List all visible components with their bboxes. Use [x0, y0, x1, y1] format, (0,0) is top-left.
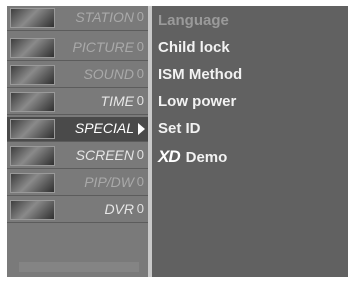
menu-item-label: SOUND	[83, 66, 134, 82]
submenu-item-child-lock[interactable]: Child lock	[158, 39, 230, 56]
menu-item-label: TIME	[100, 93, 134, 109]
menu-item-station[interactable]: STATION 0	[7, 6, 148, 31]
screen-thumbnail-icon	[10, 146, 55, 166]
submenu-item-set-id[interactable]: Set ID	[158, 120, 201, 137]
station-thumbnail-icon	[10, 8, 55, 28]
menu-item-dvr[interactable]: DVR 0	[7, 198, 148, 223]
menu-item-marker: 0	[136, 201, 144, 216]
menu-item-screen[interactable]: SCREEN 0	[7, 144, 148, 169]
menu-item-special[interactable]: SPECIAL	[7, 117, 148, 142]
submenu-item-language[interactable]: Language	[158, 12, 229, 29]
sound-thumbnail-icon	[10, 65, 55, 85]
dvr-thumbnail-icon	[10, 200, 55, 220]
main-menu: STATION 0 PICTURE 0 SOUND 0 TIME 0 SPECI…	[7, 6, 148, 277]
menu-item-marker: 0	[136, 39, 144, 54]
menu-item-label: PICTURE	[72, 39, 134, 55]
menu-item-sound[interactable]: SOUND 0	[7, 63, 148, 88]
menu-item-picture[interactable]: PICTURE 0	[7, 36, 148, 61]
picture-thumbnail-icon	[10, 38, 55, 58]
submenu-item-ism-method[interactable]: ISM Method	[158, 66, 242, 83]
submenu-item-xd-demo[interactable]: XD Demo	[158, 147, 227, 167]
pip-thumbnail-icon	[10, 173, 55, 193]
time-thumbnail-icon	[10, 92, 55, 112]
navigation-hint-bar	[19, 262, 139, 272]
menu-item-marker: 0	[136, 147, 144, 162]
menu-item-marker: 0	[136, 174, 144, 189]
menu-item-marker: 0	[136, 93, 144, 108]
menu-item-marker: 0	[136, 9, 144, 24]
menu-item-pip-dw[interactable]: PIP/DW 0	[7, 171, 148, 196]
menu-item-label: SCREEN	[75, 147, 134, 163]
submenu-item-low-power[interactable]: Low power	[158, 93, 236, 110]
menu-item-label: PIP/DW	[84, 174, 134, 190]
submenu-item-label: Demo	[185, 149, 228, 166]
menu-item-marker: 0	[136, 66, 144, 81]
special-thumbnail-icon	[10, 119, 55, 139]
menu-item-label: STATION	[75, 9, 134, 25]
xd-logo: XD	[158, 147, 181, 166]
menu-item-label: DVR	[104, 201, 134, 217]
arrow-right-icon	[138, 123, 145, 135]
special-submenu: Language Child lock ISM Method Low power…	[152, 6, 348, 277]
osd-menu-screen: STATION 0 PICTURE 0 SOUND 0 TIME 0 SPECI…	[7, 6, 348, 277]
menu-item-label: SPECIAL	[74, 120, 134, 136]
menu-item-time[interactable]: TIME 0	[7, 90, 148, 115]
